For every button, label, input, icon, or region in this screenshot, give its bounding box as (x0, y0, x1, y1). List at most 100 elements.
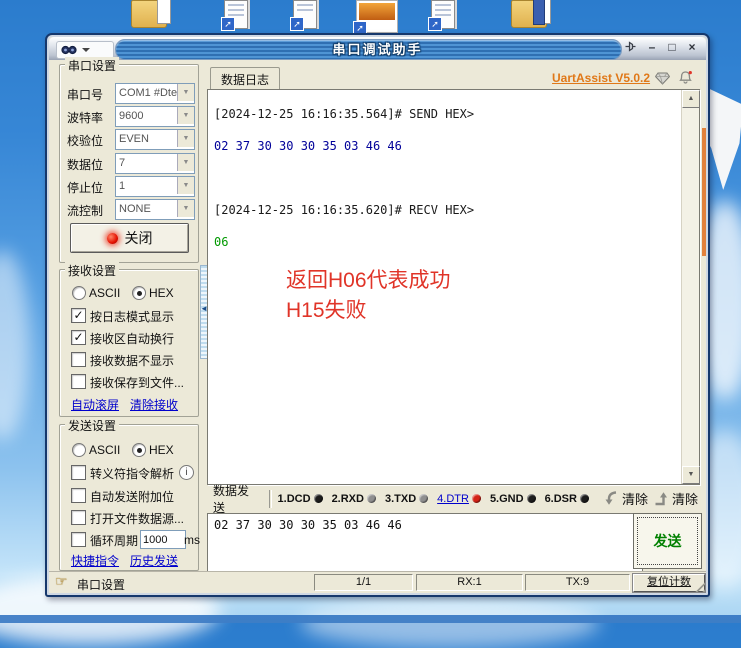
led-icon (367, 494, 376, 503)
led-icon (580, 494, 589, 503)
window-edge-marker (702, 128, 706, 256)
arrow-down-icon (604, 491, 619, 506)
radio-label: HEX (149, 443, 174, 457)
group-title: 接收设置 (65, 262, 119, 279)
history-send-link[interactable]: 历史发送 (130, 552, 178, 569)
port-select[interactable]: COM1 #Dte ▼ (115, 83, 195, 104)
desktop-folder-icon[interactable] (511, 0, 547, 28)
clear-send-button[interactable]: 清除 (654, 489, 698, 508)
dropdown-arrow-icon[interactable]: ▼ (177, 130, 194, 147)
stopbits-select[interactable]: 1 ▼ (115, 176, 195, 197)
dropdown-arrow-icon[interactable]: ▼ (177, 107, 194, 124)
desktop-shortcut-icon[interactable]: ➚ (224, 0, 248, 29)
tab-data-log[interactable]: 数据日志 (210, 67, 280, 90)
clear-receive-link[interactable]: 清除接收 (130, 396, 178, 413)
log-recv-header: [2024-12-25 16:16:35.620]# RECV HEX> (214, 203, 474, 217)
send-data-input[interactable]: 02 37 30 30 30 35 03 46 46 (207, 513, 643, 577)
shortcut-arrow-icon: ➚ (290, 17, 304, 31)
checkbox-label: 接收区自动换行 (90, 330, 174, 347)
checkbox-label: 自动发送附加位 (90, 488, 174, 505)
auto-wrap-checkbox[interactable]: ✓ (71, 330, 86, 345)
desktop-shortcut-icon[interactable]: ➚ (431, 0, 455, 29)
status-tx-panel: TX:9 (525, 574, 630, 591)
status-page-panel: 1/1 (314, 574, 413, 591)
desktop-bottom-strip (0, 615, 741, 623)
send-button[interactable]: 发送 (633, 513, 702, 569)
log-mode-checkbox[interactable]: ✓ (71, 308, 86, 323)
led-icon (472, 494, 481, 503)
window-title: 串口调试助手 (49, 39, 706, 58)
recv-hex-radio[interactable] (132, 286, 146, 300)
auto-append-checkbox[interactable]: ✓ (71, 488, 86, 503)
checkbox-label: 接收数据不显示 (90, 352, 174, 369)
send-ascii-radio[interactable] (72, 443, 86, 457)
data-log-area[interactable]: [2024-12-25 16:16:35.564]# SEND HEX> 02 … (207, 89, 700, 485)
recv-ascii-radio[interactable] (72, 286, 86, 300)
pin-icon (624, 40, 637, 53)
cloud (300, 598, 600, 648)
save-to-file-checkbox[interactable]: ✓ (71, 374, 86, 389)
field-label: 流控制 (67, 202, 103, 219)
log-text: [2024-12-25 16:16:35.564]# SEND HEX> 02 … (214, 106, 677, 250)
arrow-up-icon (654, 491, 669, 506)
status-left-label[interactable]: 串口设置 (77, 576, 125, 593)
checkbox-label: 打开文件数据源... (90, 510, 184, 527)
databits-select[interactable]: 7 ▼ (115, 153, 195, 174)
dropdown-arrow-icon[interactable]: ▼ (177, 154, 194, 171)
annotation-line1: 返回H06代表成功 (286, 266, 451, 296)
file-source-checkbox[interactable]: ✓ (71, 510, 86, 525)
info-icon[interactable]: i (179, 465, 194, 480)
log-scrollbar[interactable]: ▲ ▼ (681, 90, 699, 484)
shortcut-arrow-icon: ➚ (428, 17, 442, 31)
signal-txd: 3.TXD (385, 493, 428, 505)
dropdown-arrow-icon[interactable]: ▼ (177, 84, 194, 101)
flowcontrol-select[interactable]: NONE ▼ (115, 199, 195, 220)
close-port-button[interactable]: 关闭 (70, 223, 189, 253)
unit-label: ms (184, 533, 200, 547)
clear-receive-button[interactable]: 清除 (604, 489, 648, 508)
escape-parse-checkbox[interactable]: ✓ (71, 465, 86, 480)
reset-count-button[interactable]: 复位计数 (633, 574, 705, 592)
signal-dsr: 6.DSR (545, 493, 589, 505)
desktop-shortcut-icon[interactable]: ➚ (293, 0, 317, 29)
group-title: 发送设置 (65, 417, 119, 434)
hide-recv-checkbox[interactable]: ✓ (71, 352, 86, 367)
parity-select[interactable]: EVEN ▼ (115, 129, 195, 150)
version-link[interactable]: UartAssist V5.0.2 (552, 71, 650, 85)
annotation-line2: H15失败 (286, 296, 451, 326)
desktop-folder-icon[interactable] (131, 0, 167, 28)
desktop-picture-icon[interactable]: ➚ (356, 0, 398, 33)
pointing-hand-icon: ☞ (55, 573, 68, 590)
title-bar[interactable]: 串口调试助手 – □ × (49, 37, 706, 60)
bell-icon[interactable] (678, 70, 693, 85)
close-button[interactable]: × (684, 40, 700, 56)
signal-dtr-link[interactable]: 4.DTR (437, 493, 481, 505)
cloud (0, 250, 30, 440)
field-label: 波特率 (67, 109, 103, 126)
scroll-down-button[interactable]: ▼ (682, 466, 700, 484)
uartassist-window: 串口调试助手 – □ × 串口设置 串口号 COM1 #Dte ▼ 波特率 96… (45, 33, 710, 597)
cycle-period-input[interactable] (140, 530, 186, 549)
shortcut-arrow-icon: ➚ (221, 17, 235, 31)
maximize-button[interactable]: □ (664, 40, 680, 56)
radio-label: ASCII (89, 286, 120, 300)
minimize-button[interactable]: – (644, 40, 660, 56)
send-hex-radio[interactable] (132, 443, 146, 457)
dropdown-arrow-icon[interactable]: ▼ (177, 200, 194, 217)
scroll-up-button[interactable]: ▲ (682, 90, 700, 108)
serial-settings-group: 串口设置 串口号 COM1 #Dte ▼ 波特率 9600 ▼ 校验位 EVEN… (59, 64, 199, 263)
log-send-header: [2024-12-25 16:16:35.564]# SEND HEX> (214, 107, 474, 121)
baudrate-select[interactable]: 9600 ▼ (115, 106, 195, 127)
status-bar: ☞ 串口设置 1/1 RX:1 TX:9 复位计数 (49, 571, 706, 593)
divider (269, 490, 272, 508)
checkbox-label: 按日志模式显示 (90, 308, 174, 325)
pin-button[interactable] (624, 40, 640, 56)
dropdown-arrow-icon[interactable]: ▼ (177, 177, 194, 194)
led-icon (527, 494, 536, 503)
quick-command-link[interactable]: 快捷指令 (71, 552, 119, 569)
diamond-icon[interactable] (655, 72, 670, 85)
log-recv-data: 06 (214, 235, 228, 249)
data-send-bar: 数据发送 1.DCD 2.RXD 3.TXD 4.DTR 5.GND 6.DSR… (207, 485, 698, 512)
auto-scroll-link[interactable]: 自动滚屏 (71, 396, 119, 413)
cycle-send-checkbox[interactable]: ✓ (71, 532, 86, 547)
